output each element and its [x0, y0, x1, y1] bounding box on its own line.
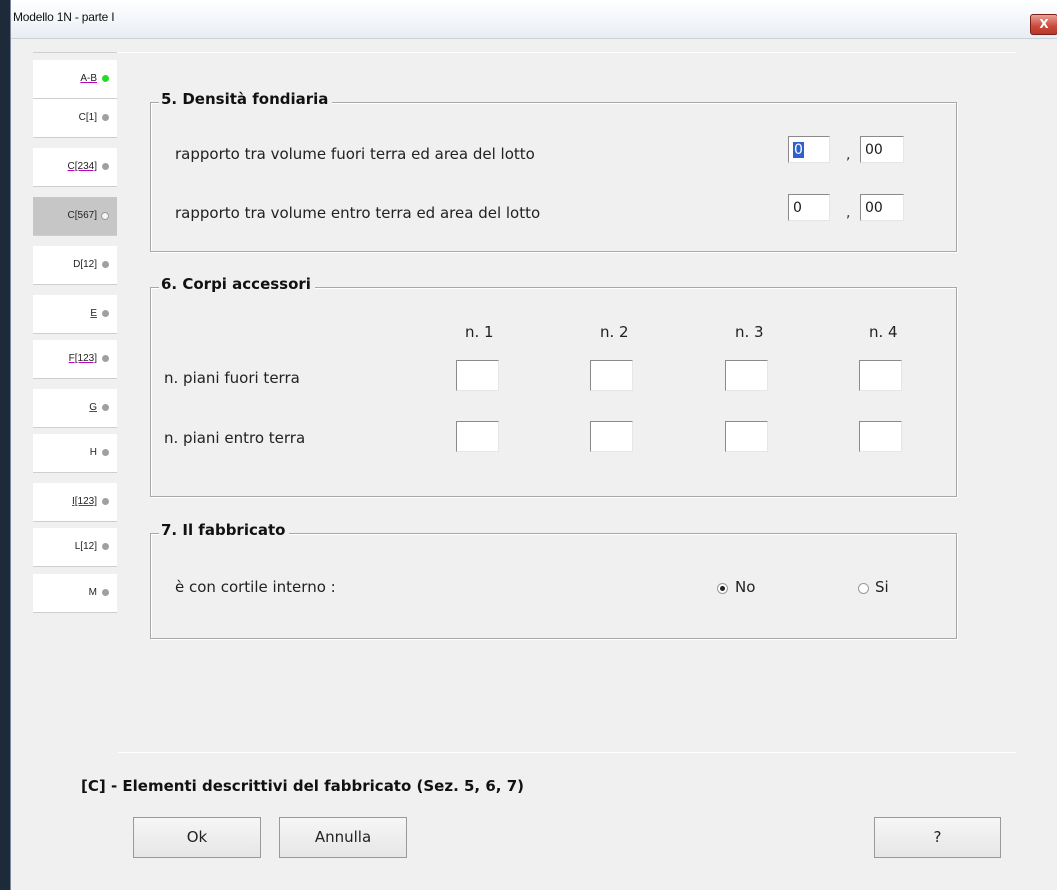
column-header: n. 4 — [869, 323, 898, 341]
section-title: 7. Il fabbricato — [159, 521, 290, 539]
tab-label: G — [89, 402, 97, 413]
volume-fuori-terra-int-input[interactable]: 0 — [788, 136, 830, 163]
tab-label: C[234] — [67, 161, 97, 172]
tab-c567[interactable]: C[567] — [33, 197, 117, 236]
tab-label: C[567] — [67, 210, 97, 221]
tab-label: C[1] — [78, 112, 97, 123]
cortile-question-label: è con cortile interno : — [175, 578, 336, 596]
radio-si-label[interactable]: Si — [875, 578, 889, 596]
close-icon: X — [1039, 17, 1049, 31]
footer-divider — [118, 752, 1016, 753]
tab-label: E — [90, 308, 97, 319]
cancel-button[interactable]: Annulla — [279, 817, 407, 858]
field-label: rapporto tra volume entro terra ed area … — [175, 204, 541, 222]
section-title: 5. Densità fondiaria — [159, 90, 333, 108]
tab-e[interactable]: E — [33, 295, 117, 334]
section-corpi-accessori: 6. Corpi accessori n. 1 n. 2 n. 3 n. 4 n… — [150, 275, 957, 497]
volume-fuori-terra-dec-input[interactable]: 00 — [860, 136, 904, 163]
desktop-edge — [0, 0, 10, 890]
content-divider — [117, 52, 1016, 53]
section-description: [C] - Elementi descrittivi del fabbricat… — [81, 777, 524, 795]
decimal-separator: , — [846, 147, 851, 163]
row-label: n. piani entro terra — [164, 429, 306, 447]
column-header: n. 1 — [465, 323, 494, 341]
piani-fuori-terra-n3-input[interactable] — [725, 360, 768, 391]
tab-label: F[123] — [68, 353, 97, 364]
piani-entro-terra-n1-input[interactable] — [456, 421, 499, 452]
status-dot-icon — [102, 114, 109, 121]
help-button[interactable]: ? — [874, 817, 1001, 858]
tab-label: I[123] — [71, 496, 97, 507]
tab-m[interactable]: M — [33, 574, 117, 613]
volume-entro-terra-dec-input[interactable]: 00 — [860, 194, 904, 221]
status-dot-icon — [102, 261, 109, 268]
radio-si[interactable] — [858, 583, 869, 594]
status-dot-icon — [102, 355, 109, 362]
tab-d12[interactable]: D[12] — [33, 246, 117, 285]
status-dot-icon — [102, 498, 109, 505]
title-bar[interactable]: Modello 1N - parte I X — [11, 0, 1057, 39]
status-dot-icon — [101, 212, 109, 220]
row-label: n. piani fuori terra — [164, 369, 300, 387]
tab-label: H — [89, 447, 97, 458]
piani-fuori-terra-n1-input[interactable] — [456, 360, 499, 391]
tab-label: A-B — [80, 73, 97, 84]
piani-entro-terra-n4-input[interactable] — [859, 421, 902, 452]
column-header: n. 3 — [735, 323, 764, 341]
piani-fuori-terra-n4-input[interactable] — [859, 360, 902, 391]
volume-entro-terra-int-input[interactable]: 0 — [788, 194, 830, 221]
tab-c1[interactable]: C[1] — [33, 99, 117, 138]
section-densita-fondiaria: 5. Densità fondiaria rapporto tra volume… — [150, 90, 957, 252]
window-title: Modello 1N - parte I — [13, 10, 115, 24]
close-button[interactable]: X — [1030, 14, 1057, 35]
piani-entro-terra-n2-input[interactable] — [590, 421, 633, 452]
tab-c234[interactable]: C[234] — [33, 148, 117, 187]
piani-fuori-terra-n2-input[interactable] — [590, 360, 633, 391]
tab-i123[interactable]: I[123] — [33, 483, 117, 522]
decimal-separator: , — [846, 205, 851, 221]
ok-button[interactable]: Ok — [133, 817, 261, 858]
tab-a-b[interactable]: A-B — [33, 60, 117, 99]
radio-no[interactable] — [717, 583, 728, 594]
section-il-fabbricato: 7. Il fabbricato è con cortile interno :… — [150, 521, 957, 639]
status-dot-icon — [102, 75, 109, 82]
tab-divider — [33, 52, 117, 53]
status-dot-icon — [102, 163, 109, 170]
tab-label: M — [88, 587, 97, 598]
radio-no-label[interactable]: No — [735, 578, 755, 596]
status-dot-icon — [102, 310, 109, 317]
status-dot-icon — [102, 449, 109, 456]
status-dot-icon — [102, 404, 109, 411]
status-dot-icon — [102, 543, 109, 550]
tab-l12[interactable]: L[12] — [33, 528, 117, 567]
status-dot-icon — [102, 589, 109, 596]
tab-h[interactable]: H — [33, 434, 117, 473]
tab-g[interactable]: G — [33, 389, 117, 428]
field-label: rapporto tra volume fuori terra ed area … — [175, 145, 535, 163]
tab-label: L[12] — [74, 541, 97, 552]
tab-label: D[12] — [73, 259, 97, 270]
section-title: 6. Corpi accessori — [159, 275, 315, 293]
column-header: n. 2 — [600, 323, 629, 341]
tab-f123[interactable]: F[123] — [33, 340, 117, 379]
piani-entro-terra-n3-input[interactable] — [725, 421, 768, 452]
